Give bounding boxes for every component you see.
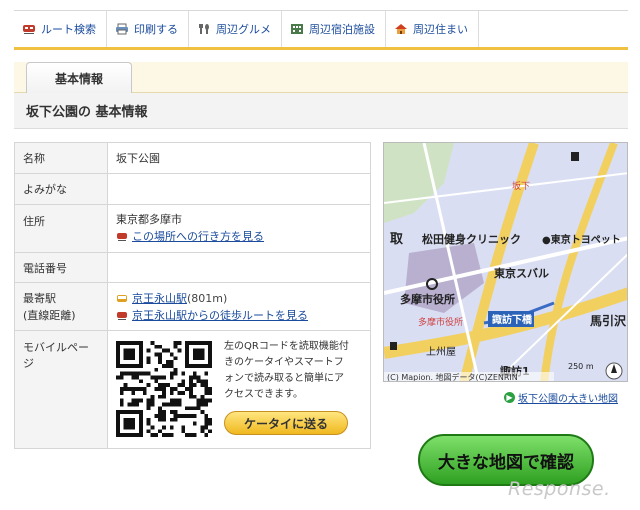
- map-scale: 250 m: [568, 362, 594, 371]
- route-search-button[interactable]: ルート検索: [14, 11, 107, 47]
- map-label-clinic: 松田健身クリニック: [422, 232, 521, 246]
- large-map-link-row[interactable]: ▶ 坂下公園の大きい地図: [504, 390, 618, 405]
- mobile-cell: 左のQRコードを読取機能付きのケータイやスマートフォンで読み取ると簡単にアクセス…: [107, 330, 371, 449]
- nearby-housing-button[interactable]: 周辺住まい: [386, 11, 479, 47]
- map-label-subaru: 東京スバル: [494, 266, 549, 280]
- toolbar: ルート検索 印刷する 周辺グルメ 周辺宿泊施設 周辺住まい: [14, 10, 628, 50]
- station-name-link[interactable]: 京王永山駅: [132, 292, 187, 305]
- large-map-link[interactable]: 坂下公園の大きい地図: [518, 390, 618, 405]
- mobile-label: モバイルページ: [14, 330, 108, 449]
- phone-label: 電話番号: [14, 252, 108, 283]
- station-distance: (801m): [187, 291, 228, 305]
- gas-station-icon: [571, 152, 579, 161]
- bus-icon: [117, 294, 127, 302]
- hotel-icon: [291, 24, 303, 34]
- nearby-gourmet-label: 周辺グルメ: [216, 23, 271, 36]
- nearby-hotel-label: 周辺宿泊施設: [309, 23, 375, 36]
- name-label: 名称: [14, 142, 108, 174]
- directions-link[interactable]: この場所への行き方を見る: [132, 230, 264, 243]
- print-label: 印刷する: [134, 23, 178, 36]
- address-cell: 東京都多摩市 この場所への行き方を見る: [107, 204, 371, 253]
- train-icon: [23, 25, 35, 34]
- compass-icon: [605, 362, 623, 380]
- info-table: 名称 坂下公園 よみがな 住所 東京都多摩市 この場所への行き方を見る 電話番号…: [14, 142, 371, 449]
- train-icon: [117, 311, 127, 320]
- printer-icon: [116, 23, 128, 35]
- name-value: 坂下公園: [107, 142, 371, 174]
- print-button[interactable]: 印刷する: [107, 11, 189, 47]
- nearby-hotel-button[interactable]: 周辺宿泊施設: [282, 11, 386, 47]
- map-canvas: 取 松田健身クリニック ●東京トヨペット 東京スバル 多摩市役所 多摩市役所 諏…: [384, 143, 627, 382]
- watermark-logo: Response.: [508, 478, 611, 500]
- map-label-suwa-shita: 諏訪下橋: [492, 313, 533, 326]
- walk-route-row: 京王永山駅からの徒歩ルートを見る: [116, 307, 362, 324]
- address-label: 住所: [14, 204, 108, 253]
- map-label-cityhall-small: 多摩市役所: [418, 316, 463, 328]
- train-icon: [117, 233, 127, 241]
- fork-knife-icon: [199, 24, 209, 34]
- address-value: 東京都多摩市: [116, 213, 182, 226]
- map-label-cityhall: 多摩市役所: [400, 292, 455, 306]
- station-label: 最寄駅 (直線距離): [14, 282, 108, 331]
- map-label-sakashita: 坂下: [512, 181, 530, 192]
- station-label-line1: 最寄駅: [23, 291, 56, 305]
- send-to-mobile-button[interactable]: ケータイに送る: [224, 411, 348, 435]
- map-label-umabiki: 馬引沢: [590, 313, 627, 328]
- qr-code-icon: [116, 341, 212, 437]
- nearby-gourmet-button[interactable]: 周辺グルメ: [189, 11, 282, 47]
- gas-station-icon-2: [390, 342, 397, 350]
- station-label-line2: (直線距離): [23, 308, 76, 322]
- phone-value: [107, 252, 371, 283]
- map-label-kamisuya: 上州屋: [426, 346, 456, 358]
- map[interactable]: 取 松田健身クリニック ●東京トヨペット 東京スバル 多摩市役所 多摩市役所 諏…: [383, 142, 628, 382]
- yomigana-value: [107, 173, 371, 205]
- tab-bar: 基本情報: [14, 62, 628, 93]
- map-copyright: (C) Mapion. 地図データ(C)ZENRIN: [387, 372, 518, 382]
- map-label-left: 取: [390, 232, 404, 247]
- tab-basic-info[interactable]: 基本情報: [26, 62, 132, 93]
- station-cell: 京王永山駅(801m) 京王永山駅からの徒歩ルートを見る: [107, 282, 371, 331]
- route-search-label: ルート検索: [41, 23, 96, 36]
- nearby-housing-label: 周辺住まい: [413, 23, 468, 36]
- directions-row: この場所への行き方を見る: [116, 228, 362, 245]
- house-icon: [395, 24, 407, 34]
- walk-route-link[interactable]: 京王永山駅からの徒歩ルートを見る: [132, 309, 308, 322]
- yomigana-label: よみがな: [14, 173, 108, 205]
- station-row: 京王永山駅(801m): [116, 290, 362, 307]
- mobile-description: 左のQRコードを読取機能付きのケータイやスマートフォンで読み取ると簡単にアクセス…: [224, 341, 349, 400]
- section-title: 坂下公園の 基本情報: [14, 93, 628, 129]
- arrow-right-icon: ▶: [504, 392, 515, 403]
- map-label-toyopet: ●東京トヨペット: [542, 233, 621, 246]
